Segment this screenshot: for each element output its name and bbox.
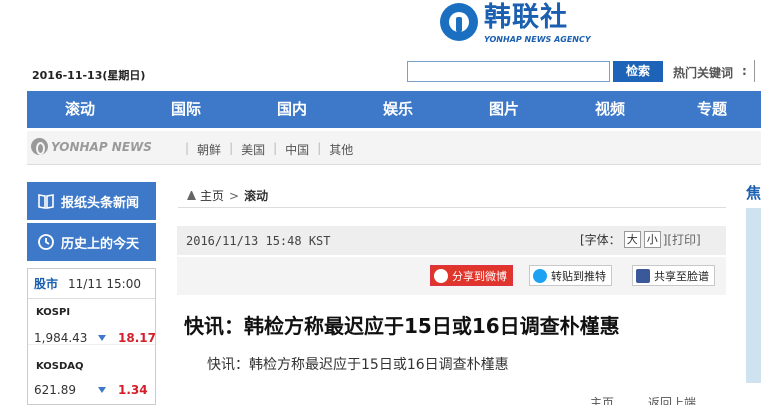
article-meta-bar: 2016/11/13 15:48 KST [字体： 大 小 ][打印] bbox=[177, 226, 726, 255]
divider: | bbox=[273, 141, 278, 155]
back-to-top-link[interactable]: 返回上端 bbox=[648, 394, 696, 405]
share-facebook-button[interactable]: 共享至脸谱 bbox=[632, 265, 715, 286]
sub-nav: YONHAP NEWS | 朝鲜 | 美国 | 中国 | 其他 bbox=[27, 131, 761, 165]
stock-name-kosdaq: KOSDAQ bbox=[36, 361, 84, 372]
nav-item-scroll[interactable]: 滚动 bbox=[27, 91, 133, 128]
divider: | bbox=[185, 141, 190, 155]
font-small-button[interactable]: 小 bbox=[643, 231, 661, 248]
nav-item-video[interactable]: 视频 bbox=[557, 91, 663, 128]
stock-divider bbox=[28, 344, 155, 345]
weibo-icon bbox=[434, 268, 448, 283]
history-today-label: 历史上的今天 bbox=[61, 236, 140, 252]
newspaper-headlines-label: 报纸头条新闻 bbox=[61, 195, 140, 211]
article-bottom-links: 主页 返回上端 bbox=[590, 394, 696, 405]
stock-header: 股市 11/11 15:00 bbox=[28, 269, 155, 299]
article-summary: 快讯：韩检方称最迟应于15日或16日调查朴槿惠 bbox=[207, 357, 509, 373]
breadcrumb-divider bbox=[178, 207, 726, 208]
stock-name-kospi: KOSPI bbox=[36, 307, 71, 318]
nav-item-photos[interactable]: 图片 bbox=[451, 91, 557, 128]
stock-value-kosdaq: 621.89 bbox=[34, 383, 76, 397]
hot-keywords-colon: : bbox=[742, 64, 747, 78]
breadcrumb-separator: > bbox=[229, 188, 240, 203]
search-button[interactable]: 检索 bbox=[613, 61, 663, 82]
facebook-icon bbox=[636, 268, 650, 283]
nav-item-entertainment[interactable]: 娱乐 bbox=[345, 91, 451, 128]
article-headline: 快讯：韩检方称最迟应于15日或16日调查朴槿惠 bbox=[184, 314, 620, 338]
bottom-home-link[interactable]: 主页 bbox=[590, 394, 614, 405]
share-facebook-label: 共享至脸谱 bbox=[654, 269, 709, 283]
share-twitter-button[interactable]: 转贴到推特 bbox=[529, 265, 612, 286]
sub-nav-item-north-korea[interactable]: 朝鲜 bbox=[197, 141, 221, 158]
share-twitter-label: 转贴到推特 bbox=[551, 269, 606, 283]
article-toolbar: [字体： 大 小 ][打印] bbox=[580, 231, 701, 248]
clock-icon bbox=[38, 234, 54, 250]
logo-chinese-name: 韩联社 bbox=[484, 2, 568, 33]
right-column-title: 焦 bbox=[746, 184, 761, 202]
sub-nav-item-usa[interactable]: 美国 bbox=[241, 141, 265, 158]
twitter-icon bbox=[533, 268, 547, 283]
stock-time: 11/11 15:00 bbox=[68, 276, 141, 291]
breadcrumb: 主页 > 滚动 bbox=[187, 187, 268, 204]
sub-nav-logo[interactable]: YONHAP NEWS bbox=[31, 138, 152, 155]
nav-item-domestic[interactable]: 国内 bbox=[239, 91, 345, 128]
font-large-button[interactable]: 大 bbox=[623, 231, 641, 248]
search-input[interactable] bbox=[407, 61, 610, 82]
history-today-button[interactable]: 历史上的今天 bbox=[27, 223, 156, 261]
yonhap-logo[interactable]: 韩联社 YONHAP NEWS AGENCY bbox=[440, 2, 591, 44]
divider: | bbox=[229, 141, 234, 155]
yonhap-small-logo-icon bbox=[31, 138, 48, 155]
publish-date: 2016/11/13 15:48 KST bbox=[186, 234, 331, 248]
breadcrumb-section[interactable]: 滚动 bbox=[244, 187, 268, 204]
sub-nav-logo-text: YONHAP NEWS bbox=[51, 139, 152, 154]
hot-keywords-divider bbox=[754, 60, 757, 82]
print-button[interactable]: ][打印] bbox=[663, 231, 701, 248]
home-icon bbox=[187, 191, 196, 200]
yonhap-logo-icon bbox=[440, 3, 478, 41]
sub-nav-item-china[interactable]: 中国 bbox=[285, 141, 309, 158]
nav-item-special[interactable]: 专题 bbox=[663, 91, 761, 128]
newspaper-headlines-button[interactable]: 报纸头条新闻 bbox=[27, 182, 156, 220]
sub-nav-item-other[interactable]: 其他 bbox=[329, 141, 353, 158]
stock-value-kospi: 1,984.43 bbox=[34, 331, 88, 345]
stock-widget: 股市 11/11 15:00 KOSPI 1,984.43 18.17 KOSD… bbox=[27, 268, 156, 405]
share-weibo-label: 分享到微博 bbox=[452, 269, 507, 283]
arrow-down-icon bbox=[98, 335, 106, 341]
arrow-down-icon bbox=[98, 387, 106, 393]
hot-keywords-label: 热门关键词 bbox=[673, 66, 734, 80]
share-weibo-button[interactable]: 分享到微博 bbox=[430, 265, 513, 286]
book-icon bbox=[38, 194, 54, 209]
right-column-image[interactable] bbox=[746, 208, 761, 383]
font-size-label: [字体： bbox=[580, 233, 621, 247]
breadcrumb-home[interactable]: 主页 bbox=[200, 187, 224, 204]
sub-nav-links: | 朝鲜 | 美国 | 中国 | 其他 bbox=[177, 141, 353, 158]
share-bar: 分享到微博 转贴到推特 共享至脸谱 bbox=[177, 257, 726, 295]
logo-english-name: YONHAP NEWS AGENCY bbox=[484, 35, 591, 44]
current-date: 2016-11-13(星期日) bbox=[32, 69, 146, 82]
main-nav: 滚动 国际 国内 娱乐 图片 视频 专题 bbox=[27, 91, 761, 128]
divider: | bbox=[317, 141, 322, 155]
stock-change-kospi: 18.17 bbox=[118, 331, 156, 345]
stock-change-kosdaq: 1.34 bbox=[118, 383, 148, 397]
nav-item-international[interactable]: 国际 bbox=[133, 91, 239, 128]
stock-label[interactable]: 股市 bbox=[34, 275, 58, 292]
